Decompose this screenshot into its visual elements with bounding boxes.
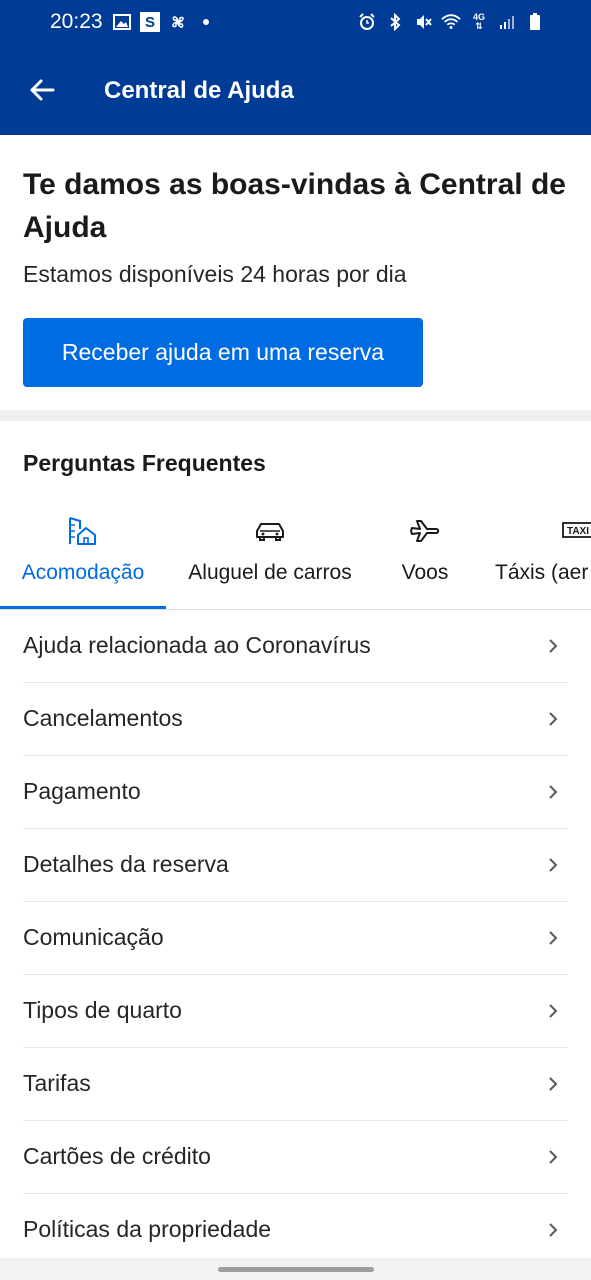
plane-icon xyxy=(410,520,440,542)
status-time: 20:23 xyxy=(50,10,103,33)
s-app-icon: S xyxy=(140,12,160,32)
fan-icon xyxy=(168,12,188,32)
accommodation-icon xyxy=(69,517,96,545)
chevron-right-icon xyxy=(549,639,558,653)
tab-taxis[interactable]: TAXI Táxis (aer xyxy=(486,505,591,609)
arrow-left-icon xyxy=(30,79,55,101)
list-item-label: Cancelamentos xyxy=(23,705,183,731)
faq-category-tabs: Acomodação Aluguel de carros Voos TAXI T… xyxy=(0,505,591,610)
faq-item-coronavirus[interactable]: Ajuda relacionada ao Coronavírus xyxy=(23,610,568,683)
battery-icon xyxy=(525,12,545,32)
tab-accommodation[interactable]: Acomodação xyxy=(0,505,166,609)
faq-item-room-types[interactable]: Tipos de quarto xyxy=(23,975,568,1048)
welcome-subtitle: Estamos disponíveis 24 horas por dia xyxy=(23,261,407,287)
section-divider xyxy=(0,410,591,421)
faq-item-credit-cards[interactable]: Cartões de crédito xyxy=(23,1121,568,1194)
page-title: Central de Ajuda xyxy=(104,77,294,104)
list-item-label: Tipos de quarto xyxy=(23,997,182,1023)
4g-icon: 4G ⇅ xyxy=(472,12,485,31)
tab-label: Aluguel de carros xyxy=(188,561,352,584)
chevron-right-icon xyxy=(549,712,558,726)
faq-list: Ajuda relacionada ao Coronavírus Cancela… xyxy=(0,610,591,1267)
app-bar: 20:23 S 4G ⇅ Central de Ajuda xyxy=(0,0,591,135)
list-item-label: Cartões de crédito xyxy=(23,1143,211,1169)
system-nav-bar xyxy=(0,1258,591,1280)
chevron-right-icon xyxy=(549,858,558,872)
faq-item-booking-details[interactable]: Detalhes da reserva xyxy=(23,829,568,902)
faq-item-rates[interactable]: Tarifas xyxy=(23,1048,568,1121)
bluetooth-icon xyxy=(385,12,405,32)
tab-label: Acomodação xyxy=(21,561,145,584)
home-gesture-handle[interactable] xyxy=(218,1267,374,1272)
wifi-icon xyxy=(441,12,461,32)
chevron-right-icon xyxy=(549,1223,558,1237)
tab-label: Voos xyxy=(401,561,449,584)
list-item-label: Detalhes da reserva xyxy=(23,851,229,877)
welcome-title: Te damos as boas-vindas à Central de Aju… xyxy=(23,168,566,244)
svg-text:S: S xyxy=(145,14,155,31)
svg-text:TAXI: TAXI xyxy=(567,526,589,537)
chevron-right-icon xyxy=(549,1150,558,1164)
faq-item-communication[interactable]: Comunicação xyxy=(23,902,568,975)
list-item-label: Tarifas xyxy=(23,1070,91,1096)
taxi-icon: TAXI xyxy=(562,522,591,538)
chevron-right-icon xyxy=(549,785,558,799)
list-item-label: Pagamento xyxy=(23,778,141,804)
faq-item-property-policies[interactable]: Políticas da propriedade xyxy=(23,1194,568,1267)
tab-flights[interactable]: Voos xyxy=(380,505,470,609)
faq-item-cancellations[interactable]: Cancelamentos xyxy=(23,683,568,756)
dot-icon xyxy=(196,12,216,32)
get-booking-help-button[interactable]: Receber ajuda em uma reserva xyxy=(23,318,423,387)
list-item-label: Ajuda relacionada ao Coronavírus xyxy=(23,632,371,658)
car-icon xyxy=(256,523,284,541)
back-button[interactable] xyxy=(22,70,62,110)
alarm-icon xyxy=(357,12,377,32)
toolbar: Central de Ajuda xyxy=(0,48,591,135)
chevron-right-icon xyxy=(549,1004,558,1018)
chevron-right-icon xyxy=(549,931,558,945)
list-item-label: Políticas da propriedade xyxy=(23,1216,272,1242)
signal-icon xyxy=(497,12,517,32)
faq-title: Perguntas Frequentes xyxy=(23,450,266,476)
status-right-icons: 4G ⇅ xyxy=(357,12,545,32)
tab-car-rental[interactable]: Aluguel de carros xyxy=(172,505,368,609)
faq-item-payment[interactable]: Pagamento xyxy=(23,756,568,829)
mute-icon xyxy=(413,12,433,32)
list-item-label: Comunicação xyxy=(23,924,164,950)
status-left-icons: S xyxy=(112,12,216,32)
image-icon xyxy=(112,12,132,32)
status-bar: 20:23 S 4G ⇅ xyxy=(0,0,591,48)
welcome-section: Te damos as boas-vindas à Central de Aju… xyxy=(0,135,591,410)
tab-label: Táxis (aer xyxy=(495,561,589,584)
chevron-right-icon xyxy=(549,1077,558,1091)
